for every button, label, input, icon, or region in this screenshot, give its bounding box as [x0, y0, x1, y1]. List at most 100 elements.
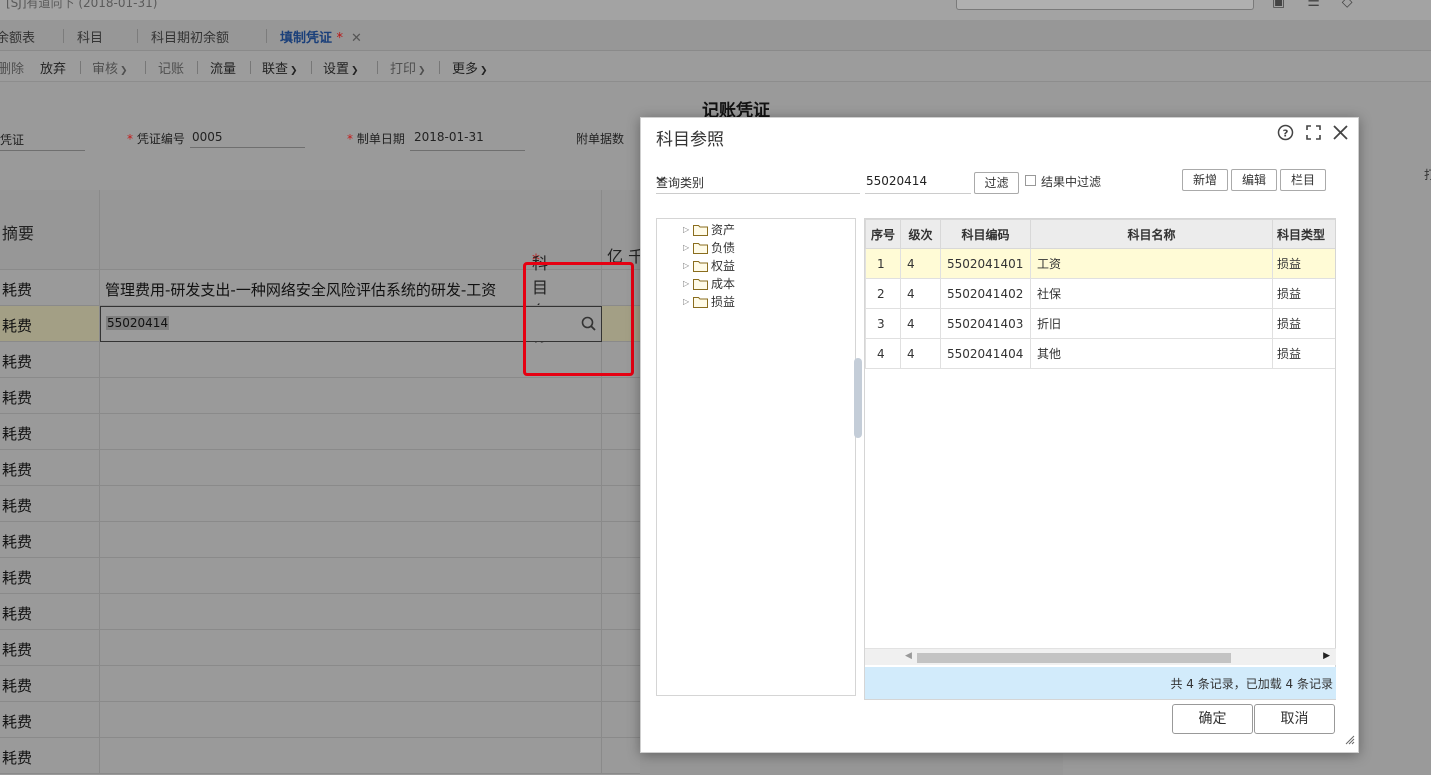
folder-icon — [693, 260, 708, 272]
tree-node-label: 权益 — [711, 259, 736, 273]
subject-code-input[interactable]: 55020414 — [865, 170, 971, 194]
expand-icon[interactable]: ▷ — [683, 261, 693, 270]
col-header-type[interactable]: 科目类型 — [1272, 219, 1335, 249]
table-row[interactable]: 耗费 — [0, 522, 640, 558]
global-search-input[interactable] — [956, 0, 1254, 10]
summary-header-text: 摘要 — [2, 224, 35, 243]
filter-button[interactable]: 过滤 — [974, 172, 1019, 194]
table-row[interactable]: 耗费 — [0, 558, 640, 594]
home-icon[interactable]: ▣ — [1272, 0, 1285, 10]
tree-node-assets[interactable]: ▷ 资产 — [683, 221, 735, 238]
expand-icon[interactable]: ▷ — [683, 243, 693, 252]
voucher-number-field[interactable]: 0005 — [192, 130, 223, 144]
help-icon[interactable]: ◇ — [1342, 0, 1353, 10]
tree-node-equity[interactable]: ▷ 权益 — [683, 257, 735, 274]
table-row[interactable]: 耗费 — [0, 378, 640, 414]
subject-reference-dialog: 科目参照 ? 查询类别 55020414 过滤 结果中过滤 新增 编辑 栏目 ▷… — [640, 117, 1359, 753]
columns-button[interactable]: 栏目 — [1280, 169, 1326, 191]
panel-splitter[interactable] — [854, 358, 862, 438]
filter-in-results-label: 结果中过滤 — [1041, 175, 1102, 189]
subject-table: 序号 级次 科目编码 科目名称 科目类型 1 4 5502041401 工资 损… — [864, 218, 1336, 700]
tree-node-cost[interactable]: ▷ 成本 — [683, 275, 735, 292]
filter-in-results-checkbox[interactable] — [1025, 175, 1036, 186]
dialog-title: 科目参照 — [656, 130, 724, 150]
tree-node-label: 资产 — [711, 223, 736, 237]
tab-subjects[interactable]: 科目 — [62, 27, 103, 46]
chevron-down-icon: ❯ — [120, 66, 128, 76]
scrollbar-thumb[interactable] — [917, 653, 1231, 663]
name-cell: 其他 — [1030, 338, 1273, 369]
scroll-left-icon[interactable]: ◀ — [905, 651, 912, 661]
delete-button[interactable]: 删除 — [0, 58, 24, 77]
discard-button[interactable]: 放弃 — [40, 58, 66, 77]
type-cell: 损益 — [1272, 248, 1335, 279]
col-header-level[interactable]: 级次 — [900, 219, 941, 249]
col-header-seq[interactable]: 序号 — [865, 219, 901, 249]
table-row[interactable]: 耗费 — [0, 738, 640, 774]
col-header-code[interactable]: 科目编码 — [940, 219, 1031, 249]
tab-balance-sheet[interactable]: 余额表 — [0, 27, 35, 46]
list-icon[interactable]: ☰ — [1307, 0, 1320, 10]
voucher-date-label-text: 制单日期 — [356, 132, 405, 146]
expand-icon[interactable]: ▷ — [683, 279, 693, 288]
new-button[interactable]: 新增 — [1182, 169, 1228, 191]
table-row[interactable]: 3 4 5502041403 折旧 损益 — [865, 308, 1335, 339]
edit-button[interactable]: 编辑 — [1231, 169, 1277, 191]
subject-code-value: 55020414 — [866, 174, 928, 188]
table-row[interactable]: 耗费 — [0, 414, 640, 450]
review-button[interactable]: 审核 ❯ — [92, 58, 128, 77]
help-icon[interactable]: ? — [1277, 124, 1294, 141]
level-cell: 4 — [900, 308, 941, 339]
tab-fill-voucher[interactable]: 填制凭证 * ✕ — [266, 27, 362, 46]
post-button[interactable]: 记账 — [158, 58, 184, 77]
more-button[interactable]: 更多 ❯ — [452, 58, 488, 77]
close-icon[interactable] — [1333, 125, 1348, 140]
svg-text:?: ? — [1283, 129, 1289, 140]
more-label: 更多 — [452, 62, 479, 77]
level-cell: 4 — [900, 338, 941, 369]
table-row[interactable]: 2 4 5502041402 社保 损益 — [865, 278, 1335, 309]
tree-node-liabilities[interactable]: ▷ 负债 — [683, 239, 735, 256]
folder-icon — [693, 224, 708, 236]
query-type-select[interactable]: 查询类别 — [656, 170, 860, 194]
confirm-button[interactable]: 确定 — [1172, 704, 1253, 734]
tree-node-profit-loss[interactable]: ▷ 损益 — [683, 293, 735, 310]
tab-opening-balance[interactable]: 科目期初余额 — [136, 27, 229, 46]
summary-cell: 耗费 — [2, 533, 33, 551]
settings-button[interactable]: 设置 ❯ — [323, 58, 359, 77]
voucher-type-field[interactable]: 凭证 — [0, 131, 24, 148]
summary-cell: 耗费 — [2, 389, 33, 407]
grid-tail — [640, 752, 1063, 775]
tab-fill-voucher-label: 填制凭证 — [280, 31, 333, 46]
table-row[interactable]: 耗费 — [0, 594, 640, 630]
table-row[interactable]: 耗费 — [0, 450, 640, 486]
resize-grip-icon[interactable] — [1344, 734, 1355, 749]
chevron-down-icon — [656, 173, 856, 187]
scroll-right-icon[interactable]: ▶ — [1323, 651, 1330, 661]
close-tab-icon[interactable]: ✕ — [351, 31, 362, 46]
linked-query-button[interactable]: 联查 ❯ — [262, 58, 298, 77]
voucher-number-label-text: 凭证编号 — [136, 132, 185, 146]
table-row[interactable]: 1 4 5502041401 工资 损益 — [865, 248, 1335, 279]
review-label: 审核 — [92, 62, 119, 77]
maximize-icon[interactable] — [1306, 125, 1321, 140]
name-cell: 工资 — [1030, 248, 1273, 279]
flow-button[interactable]: 流量 — [210, 58, 236, 77]
cancel-button[interactable]: 取消 — [1254, 704, 1335, 734]
table-row[interactable]: 耗费 — [0, 486, 640, 522]
voucher-date-field[interactable]: 2018-01-31 — [414, 130, 484, 144]
subject-input-value: 55020414 — [106, 316, 170, 330]
table-row[interactable]: 耗费 — [0, 630, 640, 666]
table-row[interactable]: 耗费 — [0, 666, 640, 702]
folder-icon — [693, 278, 708, 290]
print-button[interactable]: 打印 ❯ — [390, 58, 426, 77]
table-row[interactable]: 耗费 — [0, 702, 640, 738]
code-cell: 5502041403 — [940, 308, 1031, 339]
col-header-name[interactable]: 科目名称 — [1030, 219, 1273, 249]
table-row[interactable]: 4 4 5502041404 其他 损益 — [865, 338, 1335, 369]
expand-icon[interactable]: ▷ — [683, 225, 693, 234]
tree-node-label: 损益 — [711, 295, 736, 309]
amount-column-header: 亿 千 — [602, 190, 644, 270]
horizontal-scrollbar[interactable]: ◀ ▶ — [865, 648, 1336, 665]
expand-icon[interactable]: ▷ — [683, 297, 693, 306]
